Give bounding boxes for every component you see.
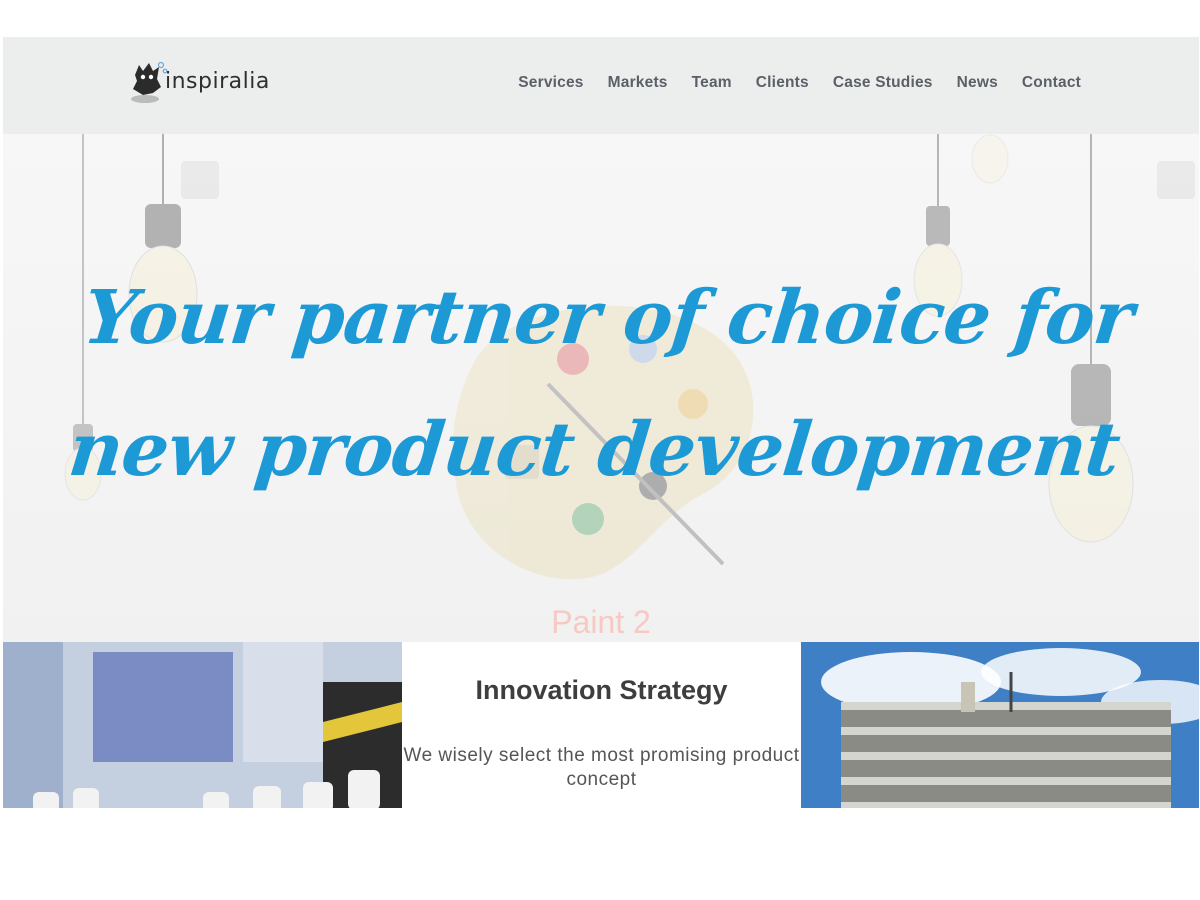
nav-team[interactable]: Team	[692, 74, 732, 92]
logo-wordmark: inspiralia	[165, 69, 270, 94]
construction-illustration	[801, 642, 1199, 808]
nav-markets[interactable]: Markets	[608, 74, 668, 92]
site-logo[interactable]: inspiralia	[129, 59, 279, 109]
feature-row: Innovation Strategy We wisely select the…	[3, 642, 1199, 808]
feature-title: Innovation Strategy	[475, 675, 728, 705]
nav-clients[interactable]: Clients	[756, 74, 809, 92]
mascot-logo-icon	[131, 61, 168, 103]
site-header: inspiralia Services Markets Team Clients…	[3, 37, 1199, 134]
main-navigation: Services Markets Team Clients Case Studi…	[494, 74, 1081, 92]
light-bulb-right-3	[971, 134, 1009, 184]
nav-case-studies[interactable]: Case Studies	[833, 74, 933, 92]
hero-headline: Your partner of choice for new product d…	[64, 275, 1137, 493]
hero-caption: Paint 2	[551, 604, 651, 640]
nav-contact[interactable]: Contact	[1022, 74, 1081, 92]
hero-banner: Your partner of choice for new product d…	[3, 134, 1199, 642]
feature-description: We wisely select the most promising prod…	[403, 745, 800, 790]
building-construction-image	[801, 642, 1199, 808]
innovation-strategy-card: Innovation Strategy We wisely select the…	[402, 642, 801, 808]
lab-bottles-image	[3, 642, 402, 808]
browser-viewport: inspiralia Services Markets Team Clients…	[3, 37, 1199, 808]
nav-news[interactable]: News	[957, 74, 998, 92]
nav-services[interactable]: Services	[518, 74, 583, 92]
lab-image-illustration	[3, 642, 402, 808]
